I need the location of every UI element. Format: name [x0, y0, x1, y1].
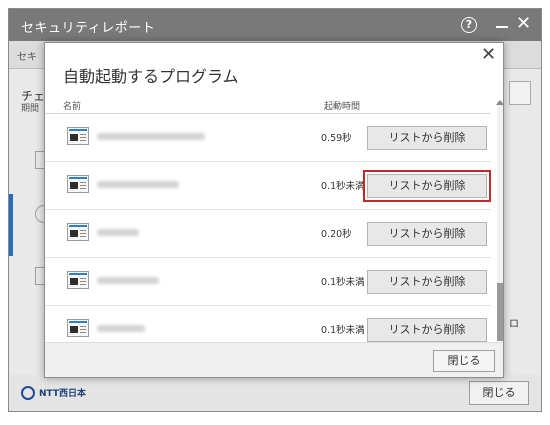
program-icon [67, 223, 89, 241]
dialog-close-icon[interactable]: ✕ [481, 46, 496, 64]
program-row: 0.59秒 リストから削除 [45, 114, 491, 162]
program-name-redacted [97, 229, 139, 236]
background-subtext: 期間 [21, 104, 40, 114]
ntt-logo-icon [21, 386, 35, 400]
remove-from-list-button[interactable]: リストから削除 [367, 318, 487, 342]
program-name-redacted [97, 133, 205, 140]
program-name-redacted [97, 181, 179, 188]
column-header-startup-time: 起動時間 [324, 102, 361, 112]
startup-time: 0.20秒 [321, 229, 352, 240]
title-bar: セキュリティレポート ? ✕ [9, 9, 541, 41]
program-icon [67, 175, 89, 193]
program-row: 0.1秒未満 リストから削除 [45, 162, 491, 210]
window-footer: NTT西日本 閉じる [9, 375, 541, 411]
minimize-icon[interactable] [496, 26, 508, 28]
background-tab: セキ [17, 52, 37, 63]
program-icon [67, 127, 89, 145]
scroll-up-arrow-icon[interactable] [496, 100, 503, 105]
selected-nav-indicator [9, 194, 13, 256]
background-side-text: ロ [509, 319, 519, 330]
dialog-close-button[interactable]: 閉じる [433, 350, 495, 372]
startup-time: 0.1秒未満 [321, 325, 365, 336]
startup-time: 0.59秒 [321, 133, 352, 144]
main-close-button[interactable]: 閉じる [469, 381, 529, 405]
program-row: 0.1秒未満 リストから削除 [45, 306, 491, 342]
background-button [509, 81, 531, 105]
column-header-name: 名前 [63, 102, 82, 112]
startup-programs-dialog: 自動起動するプログラム ✕ 名前 起動時間 0.59秒 リストから削除 0.1秒… [44, 42, 504, 378]
program-row: 0.1秒未満 リストから削除 [45, 258, 491, 306]
program-icon [67, 319, 89, 337]
program-icon [67, 271, 89, 289]
scrollbar-thumb[interactable] [497, 283, 503, 341]
help-icon[interactable]: ? [461, 17, 477, 33]
window-title: セキュリティレポート [21, 21, 156, 36]
remove-from-list-button[interactable]: リストから削除 [367, 126, 487, 150]
remove-from-list-button[interactable]: リストから削除 [367, 222, 487, 246]
screen: セキュリティレポート ? ✕ セキ チェ 期間 ロ NTT西日本 閉じる 自動起… [0, 0, 550, 425]
window-close-icon[interactable]: ✕ [516, 15, 531, 33]
startup-time: 0.1秒未満 [321, 277, 365, 288]
remove-from-list-button[interactable]: リストから削除 [363, 170, 491, 202]
startup-time: 0.1秒未満 [321, 181, 365, 192]
dialog-title: 自動起動するプログラム [63, 67, 239, 86]
dialog-footer: 閉じる [45, 342, 503, 377]
program-row: 0.20秒 リストから削除 [45, 210, 491, 258]
program-name-redacted [97, 277, 159, 284]
remove-from-list-button[interactable]: リストから削除 [367, 270, 487, 294]
program-list: 0.59秒 リストから削除 0.1秒未満 リストから削除 0.20秒 リストから… [45, 114, 491, 342]
program-name-redacted [97, 325, 145, 332]
brand-name: NTT西日本 [39, 389, 87, 399]
